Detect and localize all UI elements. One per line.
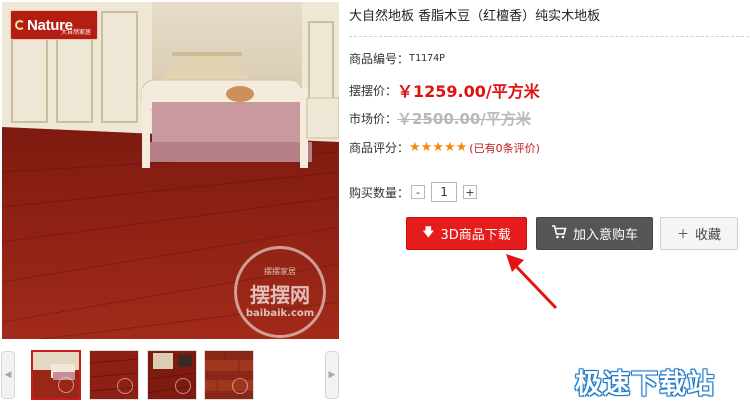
quantity-label: 购买数量： [349,185,410,200]
watermark-top-text: 摆摆家居 [264,266,296,276]
quantity-input[interactable] [431,182,458,202]
thumbnail-1-image [33,352,79,398]
sku-row: 商品编号： T1174P [349,50,445,67]
brand-logo: Nature 大自然家居 [10,10,98,40]
market-price-label: 市场价： [349,112,398,126]
thumbnail-scroll-right-button[interactable]: ▶ [325,351,339,399]
thumbnail-3[interactable] [147,350,197,400]
site-watermark: 极速下载站 [575,369,715,400]
rating-row: 商品评分： ★ ★ ★ ★ ★ (已有0条评价) [349,139,540,156]
favorite-button[interactable]: ＋ 收藏 [660,217,738,250]
caret-left-icon: ◀ [4,370,12,380]
thumbnail-watermark-icon [117,378,133,394]
star-icon: ★ [455,140,468,155]
download-3d-button[interactable]: 🡇 3D商品下载 [406,217,527,250]
brand-logo-subtitle: 大自然家居 [60,29,91,36]
plus-icon: ＋ [676,227,689,241]
cart-icon [551,225,567,242]
thumbnail-2[interactable] [89,350,139,400]
thumbnail-watermark-icon [175,378,191,394]
favorite-label: 收藏 [695,228,722,243]
sku-value: T1174P [409,53,446,64]
market-price-value: ￥2500.00/平方米 [397,110,531,128]
add-to-cart-label: 加入意购车 [572,228,638,243]
watermark-url-text: baibaik.com [245,307,315,319]
annotation-arrow-icon [506,254,558,310]
sku-label: 商品编号： [349,52,410,66]
quantity-row: 购买数量： - + [349,182,479,202]
caret-right-icon: ▶ [328,370,336,380]
rating-stars: ★ ★ ★ ★ ★ [409,141,467,154]
rating-label: 商品评分： [349,141,410,155]
price-row: 摆摆价： ￥1259.00/平方米 [349,78,540,102]
thumbnail-4-image [205,351,253,399]
star-icon: ★ [443,140,456,155]
star-icon: ★ [409,140,421,155]
watermark-main-text: 摆摆网 [250,282,310,307]
title-divider [349,36,749,37]
thumbnail-scroll-left-button[interactable]: ◀ [1,351,15,399]
thumbnail-watermark-icon [58,377,74,393]
product-main-image: Nature 大自然家居 摆摆家居 摆摆网 baibaik.com [2,2,339,339]
quantity-decrease-button[interactable]: - [411,185,426,199]
thumbnail-watermark-icon [232,378,248,394]
add-to-cart-button[interactable]: 加入意购车 [536,217,653,250]
product-title: 大自然地板 香脂木豆（红檀香）纯实木地板 [349,9,601,24]
market-price-row: 市场价： ￥2500.00/平方米 [349,108,531,129]
price-label: 摆摆价： [349,83,398,98]
price-value: ￥1259.00/平方米 [397,82,540,101]
star-icon: ★ [420,140,433,155]
thumbnail-4[interactable] [204,350,254,400]
quantity-increase-button[interactable]: + [463,185,478,199]
download-3d-label: 3D商品下载 [440,228,511,243]
thumbnail-strip: ◀ ▶ [0,345,342,405]
star-icon: ★ [432,140,444,155]
thumbnail-3-image [148,351,196,399]
image-watermark-seal: 摆摆家居 摆摆网 baibaik.com [234,246,326,338]
thumbnail-2-image [90,351,138,399]
logo-swoosh-icon [15,20,25,30]
thumbnail-1[interactable] [31,350,81,400]
rating-count-link[interactable]: (已有0条评价) [469,140,540,156]
download-arrow-icon: 🡇 [422,225,435,239]
